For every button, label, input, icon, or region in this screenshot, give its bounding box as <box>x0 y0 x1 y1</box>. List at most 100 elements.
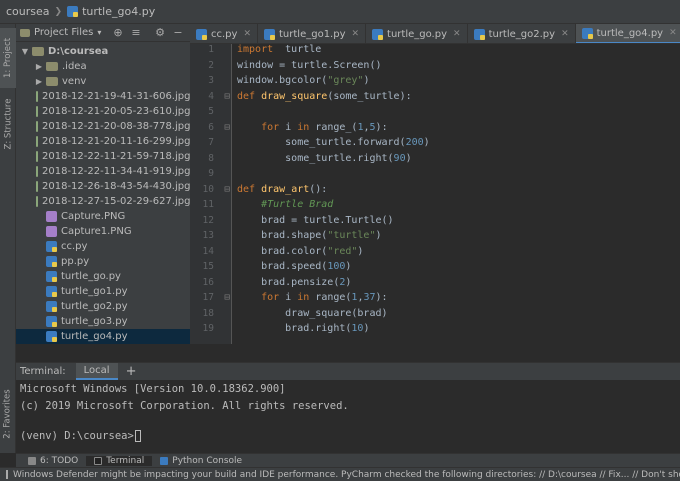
new-terminal-button[interactable]: + <box>126 364 137 379</box>
tree-item[interactable]: ▼ D:\coursea <box>16 44 190 59</box>
tree-item[interactable]: 2018-12-27-15-02-29-627.jpg <box>16 194 190 209</box>
tree-item[interactable]: pp.py <box>16 254 190 269</box>
line-number: 11 <box>202 199 214 210</box>
code-line: for i in range(1,37): <box>237 292 388 303</box>
editor-tab[interactable]: cc.py ✕ <box>190 24 258 43</box>
folder-icon <box>32 47 44 56</box>
line-number: 10 <box>202 183 214 195</box>
editor-tab[interactable]: turtle_go2.py ✕ <box>468 24 576 43</box>
python-file-icon <box>46 271 57 282</box>
python-console-tool-tab[interactable]: Python Console <box>152 456 250 466</box>
locate-icon[interactable]: ⊕ <box>112 27 124 39</box>
tree-item[interactable]: turtle_go.py <box>16 269 190 284</box>
project-view-selector[interactable]: Project Files <box>34 27 93 38</box>
tree-item-label: 2018-12-22-11-21-59-718.jpg <box>42 151 191 162</box>
favorites-tool-tab[interactable]: 2: Favorites <box>0 384 16 444</box>
close-tab-icon[interactable]: ✕ <box>352 29 360 39</box>
python-file-icon <box>196 28 207 40</box>
structure-tool-tab[interactable]: Z: Structure <box>0 94 16 154</box>
editor-tab[interactable]: turtle_go1.py ✕ <box>258 24 367 43</box>
tree-item[interactable]: turtle_go1.py <box>16 284 190 299</box>
editor-tab[interactable]: turtle_go.py ✕ <box>366 24 468 43</box>
line-number: 7 <box>208 137 214 148</box>
code-line: for i in range_(1,5): <box>237 122 388 133</box>
status-message[interactable]: Windows Defender might be impacting your… <box>13 470 680 480</box>
tree-item[interactable]: turtle_go2.py <box>16 299 190 314</box>
collapse-arrow-icon[interactable]: ▶ <box>34 77 44 86</box>
close-tab-icon[interactable]: ✕ <box>669 28 677 38</box>
tree-item[interactable]: turtle_go3.py <box>16 314 190 329</box>
chevron-down-icon[interactable]: ▾ <box>97 28 101 37</box>
line-number: 13 <box>202 230 214 241</box>
tree-item-label: turtle_go3.py <box>61 316 128 327</box>
tree-item[interactable]: 2018-12-22-11-21-59-718.jpg <box>16 149 190 164</box>
tree-item[interactable]: 2018-12-21-20-05-23-610.jpg <box>16 104 190 119</box>
code-token: some_turtle.forward( <box>237 137 406 148</box>
tree-item-label: turtle_go.py <box>61 271 121 282</box>
tree-item[interactable]: cc.py <box>16 239 190 254</box>
terminal-tab-local[interactable]: Local <box>75 363 118 380</box>
close-tab-icon[interactable]: ✕ <box>453 29 461 39</box>
code-token: brad = turtle.Turtle() <box>237 214 394 226</box>
tree-item[interactable]: 2018-12-21-20-08-38-778.jpg <box>16 119 190 134</box>
code-token: for <box>261 292 286 303</box>
code-editor[interactable]: 1 2 3 4 5 6 7 8 9 10 11 12 13 14 15 16 17 18 19 ⊟ ⊟ ⊟ ⊟ import… <box>190 44 680 344</box>
code-token: i <box>285 292 298 303</box>
tree-item[interactable]: turtle_go4.py <box>16 329 190 344</box>
tree-item[interactable]: 2018-12-21-20-11-16-299.jpg <box>16 134 190 149</box>
python-file-icon <box>264 28 275 40</box>
code-line: def draw_art(): <box>237 184 327 195</box>
tree-item[interactable]: ▶ .idea <box>16 59 190 74</box>
code-line: def draw_square(some_turtle): <box>237 91 412 102</box>
event-log-icon[interactable] <box>6 470 8 479</box>
collapse-all-icon[interactable]: ≡ <box>130 27 142 39</box>
structure-tool-label: Z: Structure <box>3 98 13 150</box>
collapse-arrow-icon[interactable]: ▶ <box>34 62 44 71</box>
tree-item-label: 2018-12-21-20-11-16-299.jpg <box>42 136 191 147</box>
line-number: 9 <box>208 168 214 179</box>
fold-icon[interactable]: ⊟ <box>220 184 230 195</box>
python-file-icon <box>46 301 57 312</box>
terminal-prompt-line[interactable]: (venv) D:\coursea> <box>20 430 141 442</box>
code-token: ): <box>375 121 388 133</box>
expand-arrow-icon[interactable]: ▼ <box>20 47 30 56</box>
tree-item-label: 2018-12-22-11-34-41-919.jpg <box>42 166 191 177</box>
code-line: some_turtle.forward(200) <box>237 137 430 148</box>
code-token: brad.shape( <box>237 230 328 241</box>
code-token: ): <box>375 292 388 303</box>
breadcrumb-root[interactable]: coursea <box>6 5 50 18</box>
image-file-icon <box>36 151 38 162</box>
chevron-right-icon: ❯ <box>54 6 63 17</box>
code-token: brad.speed( <box>237 261 328 272</box>
tree-item-label: Capture.PNG <box>61 211 126 222</box>
image-file-icon <box>36 181 38 192</box>
project-tool-tab[interactable]: 1: Project <box>0 28 16 88</box>
tree-item[interactable]: 2018-12-26-18-43-54-430.jpg <box>16 179 190 194</box>
tree-item[interactable]: 2018-12-22-11-34-41-919.jpg <box>16 164 190 179</box>
python-file-icon <box>46 331 57 342</box>
fold-icon[interactable]: ⊟ <box>220 91 230 102</box>
code-token: range( <box>315 292 352 303</box>
code-token: def <box>237 90 262 102</box>
tree-item[interactable]: 2018-12-21-19-41-31-606.jpg <box>16 89 190 104</box>
terminal-tool-tab[interactable]: Terminal <box>86 455 153 466</box>
tree-item[interactable]: Capture.PNG <box>16 209 190 224</box>
fold-icon[interactable]: ⊟ <box>220 292 230 303</box>
image-file-icon <box>36 106 38 117</box>
close-tab-icon[interactable]: ✕ <box>243 29 251 39</box>
code-token: import <box>237 44 274 55</box>
fold-icon[interactable]: ⊟ <box>220 122 230 133</box>
line-number: 6 <box>208 121 214 133</box>
tree-item[interactable]: ▶ venv <box>16 74 190 89</box>
tree-item[interactable]: Capture1.PNG <box>16 224 190 239</box>
code-token: window.bgcolor( <box>237 75 328 86</box>
breadcrumb-file[interactable]: turtle_go4.py <box>82 5 155 18</box>
code-token: i <box>285 121 298 133</box>
editor-tab[interactable]: turtle_go4.py ✕ <box>575 24 680 43</box>
close-tab-icon[interactable]: ✕ <box>561 29 569 39</box>
gear-icon[interactable]: ⚙ <box>154 27 166 39</box>
hide-icon[interactable]: − <box>172 27 184 39</box>
todo-tool-tab[interactable]: 6: TODO <box>20 456 86 466</box>
python-file-icon <box>67 6 79 17</box>
